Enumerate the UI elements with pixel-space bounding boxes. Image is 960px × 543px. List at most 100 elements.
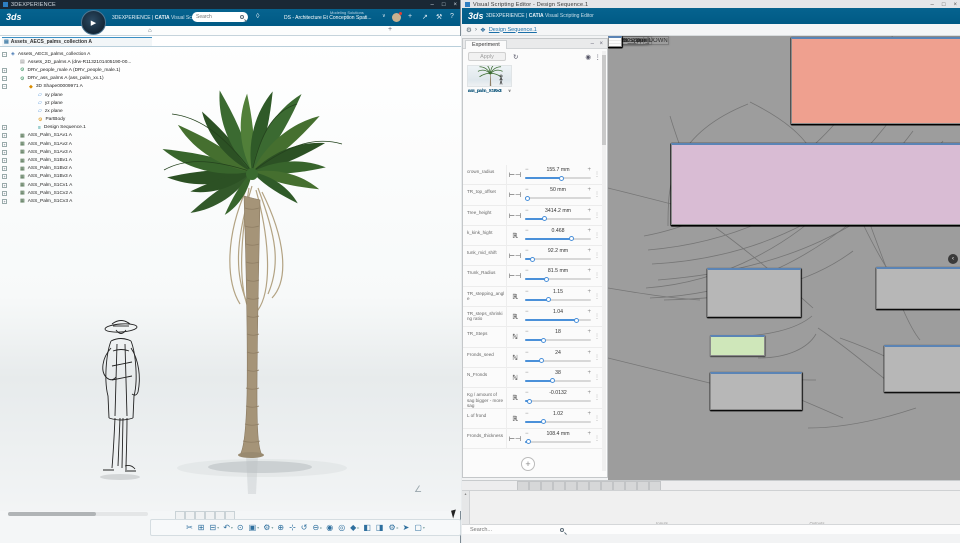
slider-thumb[interactable]	[526, 439, 532, 445]
palette-tab[interactable]	[589, 481, 601, 490]
3ds-logo[interactable]: 3ds	[6, 12, 22, 22]
parameter-slider[interactable]	[525, 439, 591, 445]
parameter-slider[interactable]	[525, 419, 591, 425]
decrement-button[interactable]: −	[525, 431, 529, 437]
row-menu-icon[interactable]: ⋮	[594, 435, 600, 442]
maximize-button[interactable]: □	[942, 2, 946, 8]
node-graph-canvas[interactable]: ◱	[608, 36, 960, 480]
decrement-button[interactable]: −	[525, 289, 529, 295]
tree-item[interactable]: + ▦ ASS_Palm_S1Bv2 A	[2, 165, 152, 173]
increment-button[interactable]: +	[587, 350, 591, 356]
slider-thumb[interactable]	[525, 195, 531, 201]
increment-button[interactable]: +	[587, 289, 591, 295]
decrement-button[interactable]: −	[525, 228, 529, 234]
panel-scrollbar[interactable]	[602, 51, 606, 471]
expand-toggle-icon[interactable]: +	[2, 158, 7, 164]
expand-toggle-icon[interactable]: +	[2, 67, 7, 73]
graph-node[interactable]	[884, 345, 960, 392]
3ds-logo[interactable]: 3ds	[468, 11, 484, 21]
graph-node[interactable]	[710, 335, 765, 356]
slider-thumb[interactable]	[550, 378, 556, 384]
tree-item[interactable]: ⚙ PartBody	[2, 116, 152, 124]
graph-node[interactable]	[791, 37, 960, 124]
row-menu-icon[interactable]: ⋮	[594, 171, 600, 178]
tree-item[interactable]: − ◆ 3D Shape00009971 A	[2, 83, 152, 91]
row-menu-icon[interactable]: ⋮	[594, 232, 600, 239]
chevron-down-icon[interactable]: ∨	[382, 13, 386, 19]
palette-tab[interactable]	[541, 481, 553, 490]
parameter-value[interactable]: 24	[555, 350, 561, 356]
new-tab-button[interactable]: +	[388, 26, 392, 33]
parameter-slider[interactable]	[525, 175, 591, 181]
parameter-slider[interactable]	[525, 195, 591, 201]
row-menu-icon[interactable]: ⋮	[594, 252, 600, 259]
context-selector[interactable]: DS - Architecture Et Conception Spati...	[284, 15, 372, 21]
decrement-button[interactable]: −	[525, 268, 529, 274]
row-menu-icon[interactable]: ⋮	[594, 415, 600, 422]
increment-button[interactable]: +	[587, 329, 591, 335]
workbench-tab[interactable]	[185, 511, 195, 519]
parameter-value[interactable]: -0.0132	[549, 390, 567, 396]
decrement-button[interactable]: −	[525, 350, 529, 356]
slider-thumb[interactable]	[540, 419, 546, 425]
palette-scroll-up[interactable]: ▴	[462, 491, 470, 525]
parameter-value[interactable]: 1.02	[553, 411, 563, 417]
increment-button[interactable]: +	[587, 370, 591, 376]
breadcrumb[interactable]: Design Sequence.1	[489, 27, 537, 33]
add-parameter-button[interactable]: +	[521, 457, 535, 471]
slider-thumb[interactable]	[540, 337, 546, 343]
row-menu-icon[interactable]: ⋮	[594, 313, 600, 320]
maximize-button[interactable]: □	[442, 2, 446, 8]
parameter-value[interactable]: 1.15	[553, 289, 563, 295]
decrement-button[interactable]: −	[525, 248, 529, 254]
row-menu-icon[interactable]: ⋮	[594, 272, 600, 279]
expand-toggle-icon[interactable]: +	[2, 149, 7, 155]
decrement-button[interactable]: −	[525, 167, 529, 173]
slider-thumb[interactable]	[558, 175, 564, 181]
tools-icon[interactable]: ⚒	[436, 13, 442, 21]
minimize-button[interactable]: –	[931, 2, 934, 8]
gear-icon[interactable]: ⚙	[466, 26, 472, 34]
parameter-value[interactable]: 1.04	[553, 309, 563, 315]
slider-thumb[interactable]	[530, 256, 536, 262]
apply-button[interactable]: Apply	[468, 52, 506, 61]
collapse-handle[interactable]: ‹	[948, 254, 958, 264]
palette-tab[interactable]	[649, 481, 661, 490]
expand-toggle-icon[interactable]: +	[2, 174, 7, 180]
slider-thumb[interactable]	[568, 236, 574, 242]
increment-button[interactable]: +	[587, 248, 591, 254]
close-button[interactable]: ×	[953, 2, 957, 8]
parameter-slider[interactable]	[525, 378, 591, 384]
workbench-tab[interactable]	[225, 511, 235, 519]
workbench-tab[interactable]	[175, 511, 185, 519]
tree-item[interactable]: + ▦ ASS_Palm_S1Bv1 A	[2, 156, 152, 164]
add-icon[interactable]: +	[408, 13, 412, 20]
row-menu-icon[interactable]: ⋮	[594, 394, 600, 401]
palette-tab[interactable]	[601, 481, 613, 490]
tree-item[interactable]: + ▦ ASS_Palm_S1Cv2 A	[2, 189, 152, 197]
parameter-slider[interactable]	[525, 337, 591, 343]
tree-item[interactable]: + ▦ ASS_Palm_S1Cv3 A	[2, 197, 152, 205]
palette-tab[interactable]	[637, 481, 649, 490]
document-tab[interactable]	[0, 26, 72, 36]
tree-item[interactable]: + ▦ ASS_Palm_S1Av3 A	[2, 148, 152, 156]
row-menu-icon[interactable]: ⋮	[594, 293, 600, 300]
compass-widget[interactable]: ▶	[81, 10, 106, 35]
parameter-value[interactable]: 92.2 mm	[548, 248, 568, 254]
home-tab-icon[interactable]: ⌂	[148, 28, 152, 34]
palette-tab[interactable]	[625, 481, 637, 490]
tree-item[interactable]: + ⚙ DRV_people_male A (DRV_people_male.1…	[2, 66, 152, 74]
parameter-slider[interactable]	[525, 358, 591, 364]
row-menu-icon[interactable]: ⋮	[594, 333, 600, 340]
graph-node[interactable]	[671, 143, 960, 225]
decrement-button[interactable]: −	[525, 370, 529, 376]
palm-thumbnail[interactable]: ass_palm_S1Cv3 ∨	[467, 64, 512, 96]
tree-item[interactable]: + ▦ ASS_Palm_S1Cv1 A	[2, 181, 152, 189]
slider-thumb[interactable]	[527, 398, 533, 404]
workbench-tab[interactable]	[195, 511, 205, 519]
slider-thumb[interactable]	[573, 317, 579, 323]
increment-button[interactable]: +	[587, 390, 591, 396]
increment-button[interactable]: +	[587, 167, 591, 173]
graph-node[interactable]	[707, 268, 801, 317]
tree-item[interactable]: ▱ yz plane	[2, 99, 152, 107]
